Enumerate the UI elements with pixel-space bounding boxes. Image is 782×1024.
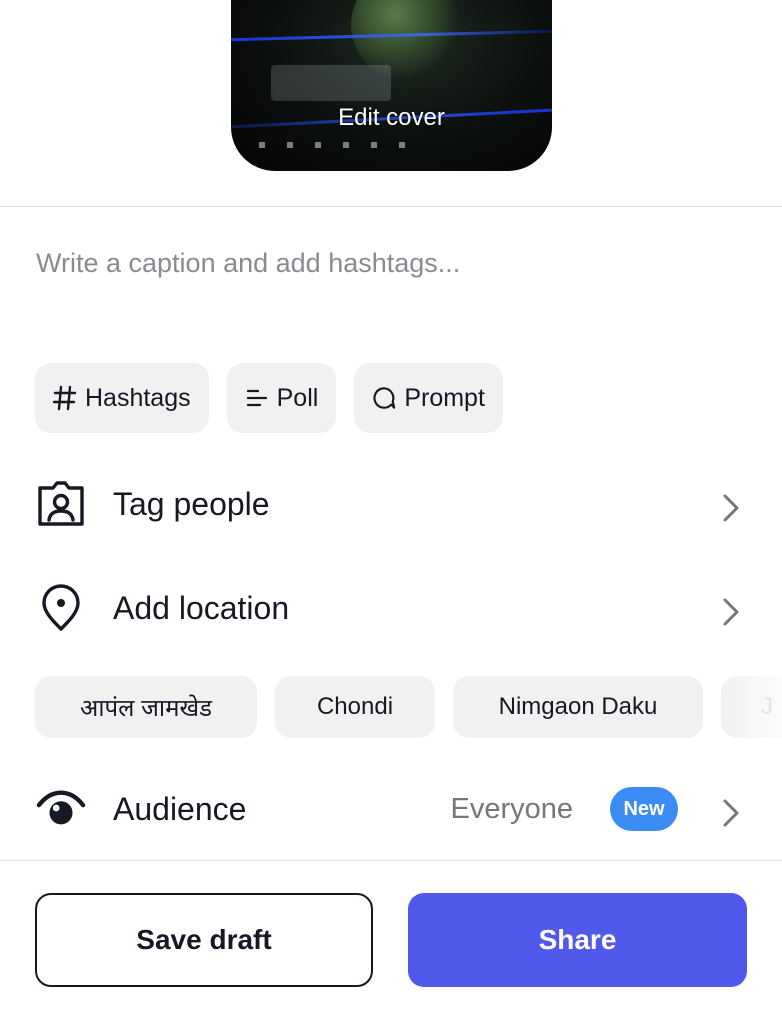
post-composer: Edit cover Write a caption and add hasht… — [0, 0, 782, 1024]
prompt-chip-label: Prompt — [404, 383, 485, 412]
location-suggestions: आपंल जामखेड Chondi Nimgaon Daku J — [35, 676, 782, 738]
new-badge: New — [610, 787, 678, 831]
location-suggestion[interactable]: आपंल जामखेड — [35, 676, 257, 738]
prompt-icon — [372, 385, 396, 411]
caption-input[interactable]: Write a caption and add hashtags... — [36, 248, 460, 279]
audience-row[interactable]: Audience Everyone New — [0, 769, 782, 849]
divider — [0, 860, 782, 861]
divider — [0, 206, 782, 207]
poll-chip-label: Poll — [276, 383, 319, 412]
eye-icon — [36, 784, 86, 834]
audience-value: Everyone — [450, 792, 573, 825]
tag-people-row[interactable]: Tag people — [0, 464, 782, 544]
caption-tools: Hashtags Poll Prompt — [35, 363, 503, 433]
hashtags-chip-label: Hashtags — [85, 383, 191, 412]
save-draft-button[interactable]: Save draft — [35, 893, 373, 987]
location-pin-icon — [36, 583, 86, 633]
chevron-right-icon — [720, 798, 742, 827]
poll-chip[interactable]: Poll — [226, 363, 337, 433]
video-cover-thumbnail[interactable]: Edit cover — [231, 0, 552, 171]
hash-icon — [53, 385, 77, 411]
tag-people-label: Tag people — [113, 485, 270, 522]
edit-cover-button[interactable]: Edit cover — [231, 104, 552, 132]
add-location-row[interactable]: Add location — [0, 568, 782, 648]
poll-icon — [245, 387, 269, 409]
chevron-right-icon — [720, 597, 742, 626]
share-button[interactable]: Share — [408, 893, 747, 987]
person-tag-icon — [36, 479, 86, 529]
location-suggestion[interactable]: Nimgaon Daku — [453, 676, 703, 738]
location-suggestion[interactable]: Chondi — [275, 676, 435, 738]
audience-label: Audience — [113, 790, 247, 827]
cover-image-dots — [259, 142, 409, 148]
chevron-right-icon — [720, 493, 742, 522]
hashtags-chip[interactable]: Hashtags — [35, 363, 209, 433]
location-suggestion[interactable]: J — [721, 676, 782, 738]
cover-image-display — [271, 65, 391, 101]
prompt-chip[interactable]: Prompt — [354, 363, 503, 433]
add-location-label: Add location — [113, 589, 290, 626]
